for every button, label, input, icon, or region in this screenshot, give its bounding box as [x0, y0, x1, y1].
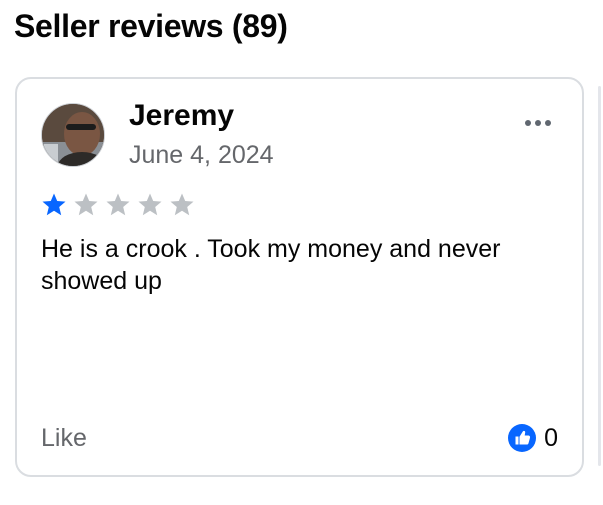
review-text: He is a crook . Took my money and never … [41, 235, 501, 295]
like-count: 0 [508, 422, 558, 454]
more-options-icon [545, 120, 551, 126]
star-empty-icon [137, 192, 163, 218]
avatar[interactable] [41, 103, 105, 167]
next-review-card-edge [598, 86, 601, 466]
section-title: Seller reviews (89) [14, 8, 288, 44]
avatar-photo [42, 104, 104, 166]
star-empty-icon [73, 192, 99, 218]
seller-reviews-page: Seller reviews (89) Jeremy June 4, 2024 … [0, 0, 603, 505]
star-empty-icon [105, 192, 131, 218]
more-options-icon [535, 120, 541, 126]
star-filled-icon [41, 192, 67, 218]
review-card[interactable]: Jeremy June 4, 2024 He is a crook . Took… [15, 77, 584, 477]
thumbs-up-icon [508, 424, 537, 452]
more-options-button[interactable] [518, 109, 558, 137]
like-count-value: 0 [544, 424, 558, 452]
star-rating [41, 192, 195, 218]
reviewer-name[interactable]: Jeremy [129, 98, 234, 134]
review-date: June 4, 2024 [129, 141, 274, 169]
like-button[interactable]: Like [41, 422, 87, 454]
star-empty-icon [169, 192, 195, 218]
more-options-icon [525, 120, 531, 126]
